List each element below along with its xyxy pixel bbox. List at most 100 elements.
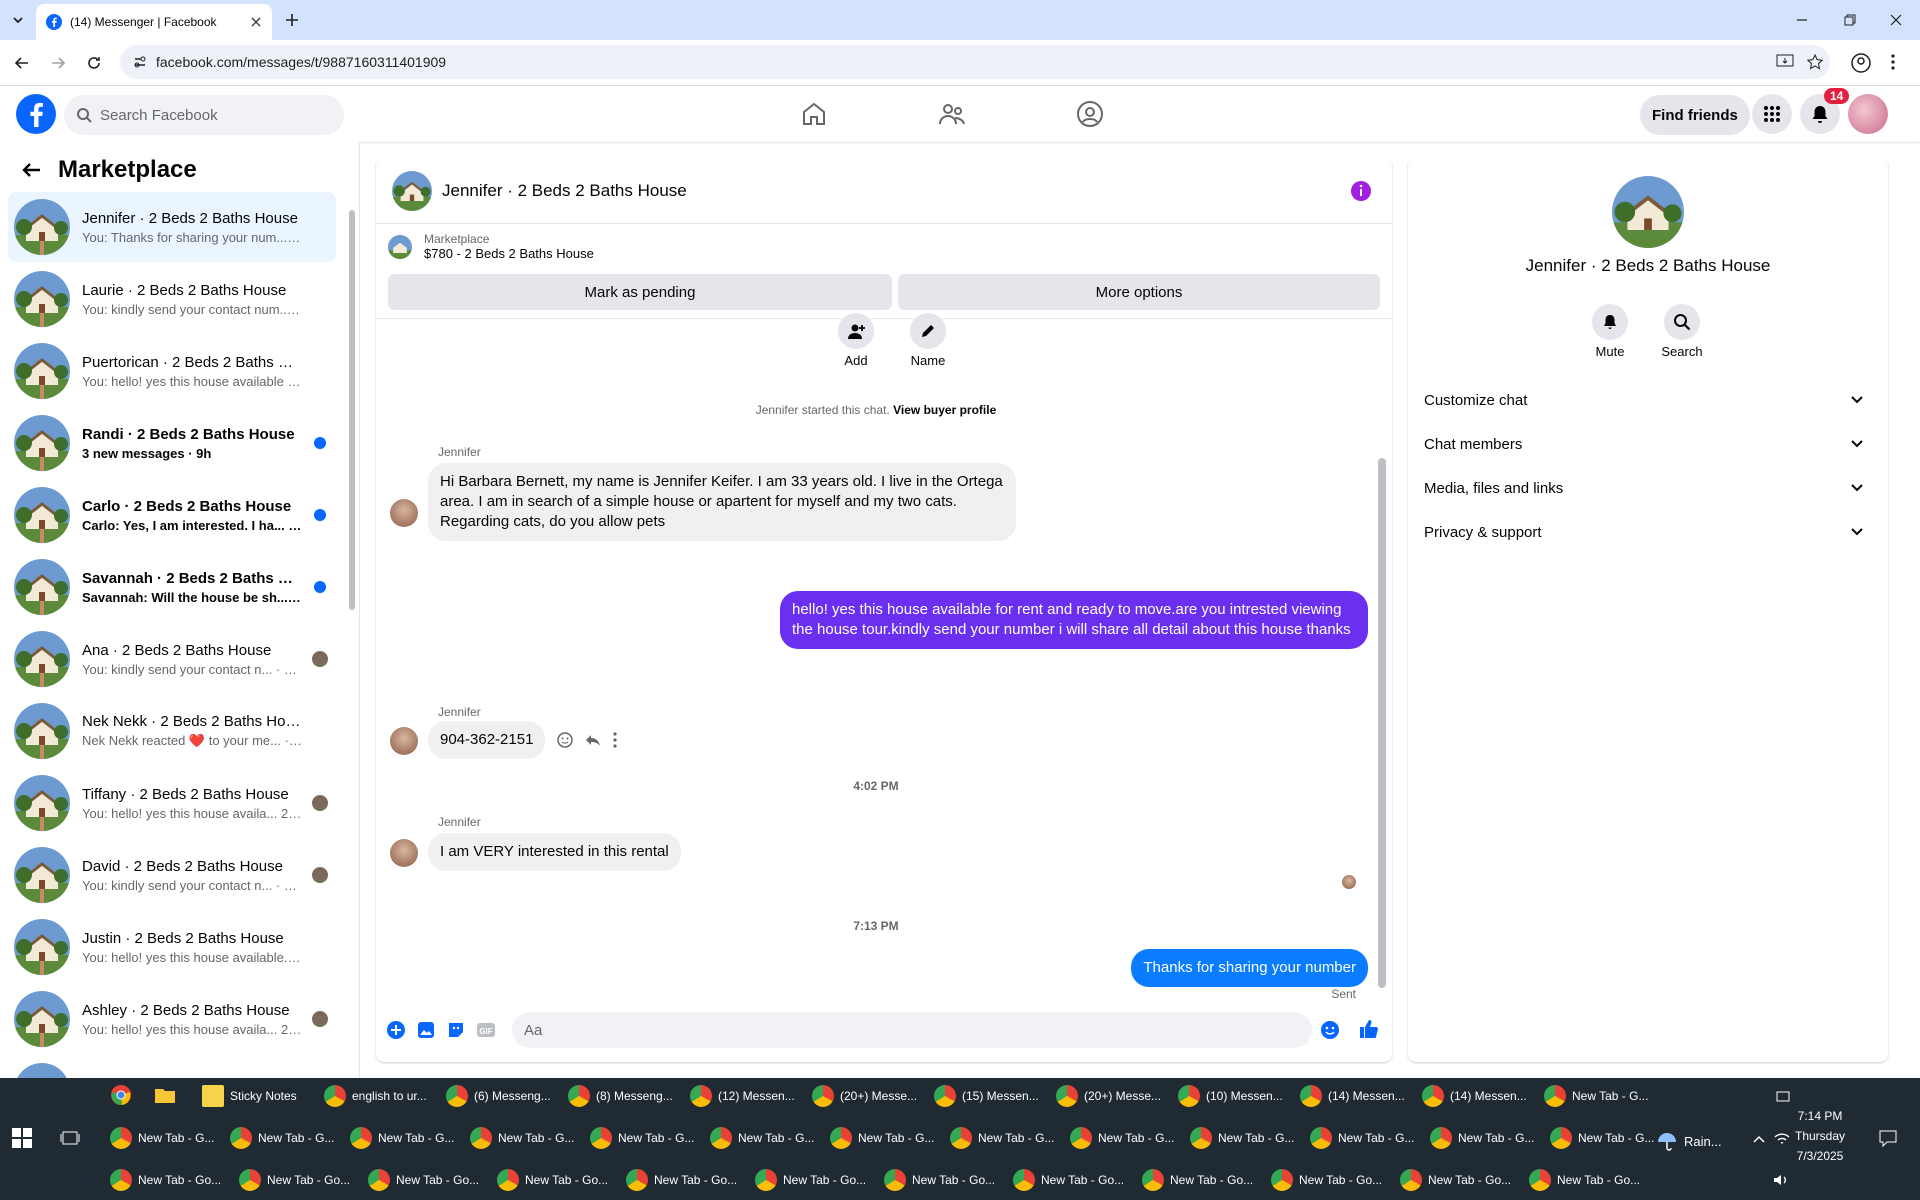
info-icon[interactable] bbox=[1350, 180, 1372, 202]
facebook-search-input[interactable]: Search Facebook bbox=[64, 95, 344, 135]
emoji-icon[interactable] bbox=[1320, 1020, 1340, 1040]
taskbar-window-button[interactable]: New Tab - Go... bbox=[491, 1164, 613, 1196]
url-field[interactable]: facebook.com/messages/t/9887160311401909 bbox=[120, 45, 1830, 79]
conversation-item[interactable]: Puertorican · 2 Beds 2 Baths Ho... You: h… bbox=[8, 336, 336, 406]
customize-chat-row[interactable]: Customize chat bbox=[1424, 382, 1872, 418]
profile-icon[interactable] bbox=[1850, 52, 1872, 74]
taskbar-window-button[interactable]: New Tab - G... bbox=[584, 1122, 698, 1154]
message-bubble-incoming[interactable]: I am VERY interested in this rental bbox=[428, 833, 681, 871]
plus-icon[interactable] bbox=[386, 1020, 406, 1040]
info-avatar[interactable] bbox=[1612, 176, 1684, 248]
sidebar-scrollbar[interactable] bbox=[349, 210, 355, 610]
bookmark-star-icon[interactable] bbox=[1806, 53, 1824, 71]
sender-avatar[interactable] bbox=[390, 499, 418, 527]
conversation-item[interactable]: Tiffany · 2 Beds 2 Baths House You: hello… bbox=[8, 768, 336, 838]
sticker-icon[interactable] bbox=[446, 1020, 466, 1040]
taskbar-window-button[interactable]: New Tab - Go... bbox=[1394, 1164, 1516, 1196]
taskbar-window-button[interactable]: Sticky Notes bbox=[196, 1080, 312, 1112]
show-hidden-icons-chevron-icon[interactable] bbox=[1752, 1134, 1766, 1144]
view-buyer-profile-link[interactable]: View buyer profile bbox=[893, 403, 996, 417]
restore-icon[interactable] bbox=[1842, 12, 1858, 28]
taskbar-window-button[interactable]: (20+) Messe... bbox=[1050, 1080, 1166, 1112]
window-close-icon[interactable] bbox=[1888, 12, 1904, 28]
taskbar-window-button[interactable]: New Tab - G... bbox=[224, 1122, 338, 1154]
media-files-links-row[interactable]: Media, files and links bbox=[1424, 470, 1872, 506]
chat-avatar[interactable] bbox=[392, 170, 432, 211]
reply-icon[interactable] bbox=[584, 731, 602, 749]
taskbar-window-button[interactable]: New Tab - G... bbox=[1184, 1122, 1298, 1154]
message-input[interactable]: Aa bbox=[512, 1012, 1312, 1048]
more-options-button[interactable]: More options bbox=[898, 274, 1380, 310]
install-app-icon[interactable] bbox=[1776, 54, 1794, 70]
conversation-item[interactable]: Carlo · 2 Beds 2 Baths House Carlo: Yes, … bbox=[8, 480, 336, 550]
system-clock[interactable]: 7:14 PM Thursday 7/3/2025 bbox=[1780, 1106, 1860, 1166]
new-tab-icon[interactable] bbox=[282, 10, 302, 30]
taskbar-window-button[interactable]: New Tab - G... bbox=[1304, 1122, 1418, 1154]
conversation-item[interactable]: Laurie · 2 Beds 2 Baths House You: kindly… bbox=[8, 264, 336, 334]
conversation-item[interactable]: Ashley · 2 Beds 2 Baths House You: hello!… bbox=[8, 984, 336, 1054]
taskbar-window-button[interactable]: New Tab - Go... bbox=[1523, 1164, 1645, 1196]
like-thumb-icon[interactable] bbox=[1358, 1018, 1380, 1040]
taskbar-window-button[interactable]: (12) Messen... bbox=[684, 1080, 800, 1112]
conversation-item[interactable]: Ana · 2 Beds 2 Baths House You: kindly se… bbox=[8, 624, 336, 694]
minimize-icon[interactable] bbox=[1794, 12, 1810, 28]
taskbar-window-button[interactable]: (10) Messen... bbox=[1172, 1080, 1288, 1112]
taskbar-window-button[interactable]: (14) Messen... bbox=[1416, 1080, 1532, 1112]
edit-name-icon[interactable] bbox=[910, 313, 946, 349]
chat-members-row[interactable]: Chat members bbox=[1424, 426, 1872, 462]
mute-bell-icon[interactable] bbox=[1592, 304, 1628, 340]
screen-share-icon[interactable] bbox=[1776, 1090, 1790, 1104]
account-avatar[interactable] bbox=[1848, 94, 1888, 134]
taskbar-window-button[interactable]: New Tab - G... bbox=[1064, 1122, 1178, 1154]
gif-icon[interactable]: GIF bbox=[476, 1020, 496, 1040]
taskbar-window-button[interactable]: New Tab - Go... bbox=[620, 1164, 742, 1196]
taskbar-window-button[interactable]: New Tab - G... bbox=[704, 1122, 818, 1154]
conversation-item[interactable]: Nek Nekk · 2 Beds 2 Baths House Nek Nekk … bbox=[8, 696, 336, 766]
conversation-item[interactable]: Jennifer · 2 Beds 2 Baths House You: Than… bbox=[8, 192, 336, 262]
privacy-support-row[interactable]: Privacy & support bbox=[1424, 514, 1872, 550]
groups-icon[interactable] bbox=[1076, 100, 1104, 128]
windows-start-icon[interactable] bbox=[12, 1128, 32, 1148]
taskbar-window-button[interactable]: New Tab - G... bbox=[464, 1122, 578, 1154]
close-tab-icon[interactable] bbox=[250, 16, 262, 28]
message-bubble-outgoing[interactable]: Thanks for sharing your number bbox=[1131, 949, 1368, 987]
message-bubble-outgoing[interactable]: hello! yes this house available for rent… bbox=[780, 591, 1368, 649]
taskbar-window-button[interactable]: New Tab - Go... bbox=[362, 1164, 484, 1196]
marketplace-listing[interactable]: Marketplace $780 - 2 Beds 2 Baths House bbox=[388, 232, 594, 261]
taskbar-window-button[interactable]: New Tab - Go... bbox=[233, 1164, 355, 1196]
conversation-item[interactable]: Savannah · 2 Beds 2 Baths Ho... Savannah:… bbox=[8, 552, 336, 622]
conversation-item[interactable]: Randi · 2 Beds 2 Baths House 3 new messag… bbox=[8, 408, 336, 478]
photo-icon[interactable] bbox=[416, 1020, 436, 1040]
back-icon[interactable] bbox=[12, 53, 32, 73]
taskbar-window-button[interactable]: (8) Messeng... bbox=[562, 1080, 678, 1112]
volume-icon[interactable] bbox=[1772, 1172, 1790, 1188]
taskbar-window-button[interactable]: New Tab - Go... bbox=[1136, 1164, 1258, 1196]
site-info-icon[interactable] bbox=[132, 54, 148, 70]
more-actions-icon[interactable] bbox=[612, 731, 618, 749]
taskbar-window-button[interactable]: New Tab - Go... bbox=[1007, 1164, 1129, 1196]
react-emoji-icon[interactable] bbox=[556, 731, 574, 749]
sender-avatar[interactable] bbox=[390, 727, 418, 755]
taskbar-window-button[interactable]: (6) Messeng... bbox=[440, 1080, 556, 1112]
sender-avatar[interactable] bbox=[390, 839, 418, 867]
tab-messenger[interactable]: (14) Messenger | Facebook bbox=[36, 4, 272, 40]
taskbar-window-button[interactable]: New Tab - Go... bbox=[1265, 1164, 1387, 1196]
taskbar-window-button[interactable]: (15) Messen... bbox=[928, 1080, 1044, 1112]
search-chat-icon[interactable] bbox=[1664, 304, 1700, 340]
add-person-icon[interactable] bbox=[838, 313, 874, 349]
weather-widget[interactable]: Rain... bbox=[1656, 1130, 1722, 1152]
back-arrow-icon[interactable] bbox=[20, 159, 42, 181]
taskbar-window-button[interactable]: New Tab - Go... bbox=[104, 1164, 226, 1196]
taskbar-window-button[interactable]: (20+) Messe... bbox=[806, 1080, 922, 1112]
taskbar-window-button[interactable]: New Tab - G... bbox=[944, 1122, 1058, 1154]
conversation-item[interactable]: Atlanta · 2 Beds 2 Baths House bbox=[8, 1056, 336, 1078]
mark-as-pending-button[interactable]: Mark as pending bbox=[388, 274, 892, 310]
find-friends-button[interactable]: Find friends bbox=[1640, 95, 1750, 135]
forward-icon[interactable] bbox=[48, 53, 68, 73]
friends-icon[interactable] bbox=[938, 100, 966, 128]
facebook-logo-icon[interactable] bbox=[16, 94, 56, 134]
task-view-icon[interactable] bbox=[60, 1128, 80, 1148]
taskbar-window-button[interactable]: New Tab - Go... bbox=[749, 1164, 871, 1196]
conversation-item[interactable]: Justin · 2 Beds 2 Baths House You: hello!… bbox=[8, 912, 336, 982]
tab-search-icon[interactable] bbox=[8, 10, 28, 30]
